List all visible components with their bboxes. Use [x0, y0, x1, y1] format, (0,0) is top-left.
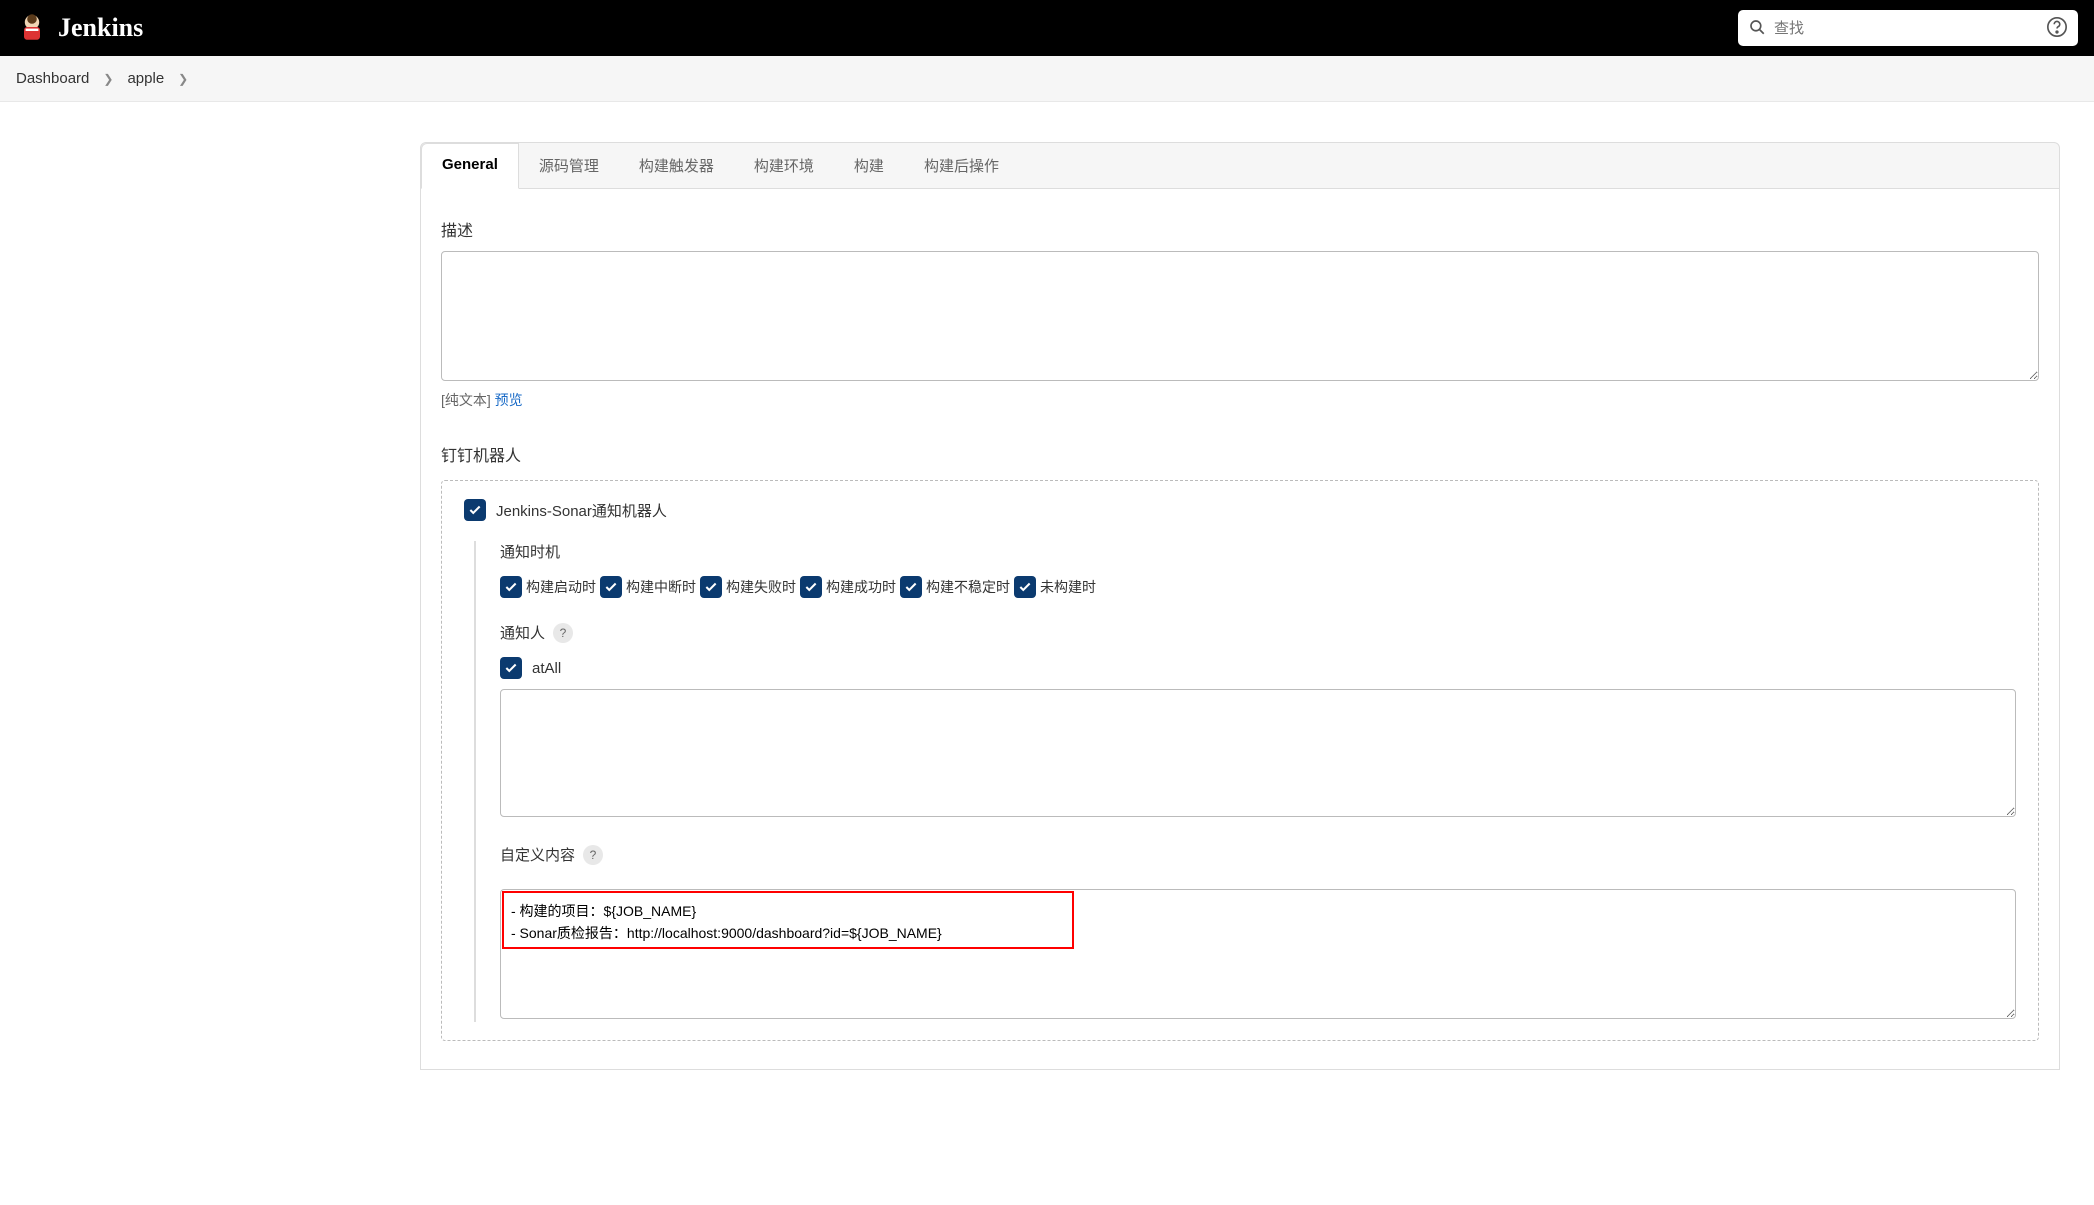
atall-label: atAll	[532, 660, 561, 677]
timing-checks: 构建启动时 构建中断时 构建失败时 构建成功时	[500, 576, 2016, 598]
atall-checkbox[interactable]	[500, 657, 522, 679]
robot-enable-checkbox[interactable]	[464, 499, 486, 521]
timing-checkbox-start[interactable]	[500, 576, 522, 598]
tab-build[interactable]: 构建	[834, 143, 904, 188]
tab-triggers[interactable]: 构建触发器	[619, 143, 734, 188]
timing-label-failure: 构建失败时	[726, 577, 796, 597]
breadcrumb: Dashboard ❯ apple ❯	[0, 56, 2094, 102]
tab-general[interactable]: General	[421, 143, 519, 189]
timing-checkbox-aborted[interactable]	[600, 576, 622, 598]
timing-label: 通知时机	[500, 541, 2016, 562]
robot-name-label: Jenkins-Sonar通知机器人	[496, 500, 667, 521]
atall-textarea[interactable]	[500, 689, 2016, 817]
notify-people-text: 通知人	[500, 622, 545, 643]
timing-label-unstable: 构建不稳定时	[926, 577, 1010, 597]
breadcrumb-item-dashboard[interactable]: Dashboard	[16, 70, 89, 87]
logo-title: Jenkins	[58, 13, 143, 43]
help-icon[interactable]: ?	[583, 845, 603, 865]
tabs-bar: General 源码管理 构建触发器 构建环境 构建 构建后操作	[420, 142, 2060, 189]
timing-option: 构建启动时	[500, 576, 596, 598]
search-icon	[1748, 18, 1766, 39]
atall-row: atAll	[500, 657, 2016, 679]
search-box[interactable]	[1738, 10, 2078, 46]
timing-option: 构建失败时	[700, 576, 796, 598]
robot-section-title: 钉钉机器人	[441, 442, 2039, 466]
breadcrumb-item-job[interactable]: apple	[127, 70, 164, 87]
description-label: 描述	[441, 217, 2039, 241]
robot-block: Jenkins-Sonar通知机器人 通知时机 构建启动时 构建中断时	[441, 480, 2039, 1041]
main-area: General 源码管理 构建触发器 构建环境 构建 构建后操作 描述 [纯文本…	[0, 102, 2094, 1070]
timing-label-start: 构建启动时	[526, 577, 596, 597]
content-container: General 源码管理 构建触发器 构建环境 构建 构建后操作 描述 [纯文本…	[420, 142, 2060, 1070]
timing-checkbox-failure[interactable]	[700, 576, 722, 598]
custom-content-textarea[interactable]	[500, 889, 2016, 1019]
description-format-row: [纯文本] 预览	[441, 390, 2039, 410]
search-input[interactable]	[1766, 20, 2046, 37]
tab-scm[interactable]: 源码管理	[519, 143, 619, 188]
format-plain-label: [纯文本]	[441, 392, 491, 408]
logo-area[interactable]: Jenkins	[16, 11, 143, 46]
chevron-right-icon: ❯	[172, 72, 194, 86]
tab-postbuild[interactable]: 构建后操作	[904, 143, 1019, 188]
format-preview-link[interactable]: 预览	[495, 392, 523, 408]
notify-people-label: 通知人 ?	[500, 622, 2016, 643]
help-icon[interactable]	[2046, 16, 2068, 41]
timing-option: 未构建时	[1014, 576, 1096, 598]
custom-content-label: 自定义内容 ?	[500, 844, 2016, 865]
timing-checkbox-unstable[interactable]	[900, 576, 922, 598]
timing-option: 构建不稳定时	[900, 576, 1010, 598]
timing-option: 构建中断时	[600, 576, 696, 598]
robot-inner-section: 通知时机 构建启动时 构建中断时 构建失败时	[474, 541, 2016, 1022]
custom-textarea-wrap	[500, 879, 2016, 1022]
help-icon[interactable]: ?	[553, 623, 573, 643]
description-textarea[interactable]	[441, 251, 2039, 381]
jenkins-logo-icon	[16, 11, 48, 46]
timing-checkbox-success[interactable]	[800, 576, 822, 598]
timing-checkbox-notbuilt[interactable]	[1014, 576, 1036, 598]
timing-label-notbuilt: 未构建时	[1040, 577, 1096, 597]
timing-option: 构建成功时	[800, 576, 896, 598]
chevron-right-icon: ❯	[97, 72, 119, 86]
form-area: 描述 [纯文本] 预览 钉钉机器人 Jenkins-Sonar通知机器人 通知时…	[420, 189, 2060, 1070]
tab-env[interactable]: 构建环境	[734, 143, 834, 188]
timing-label-success: 构建成功时	[826, 577, 896, 597]
timing-label-aborted: 构建中断时	[626, 577, 696, 597]
custom-content-text: 自定义内容	[500, 844, 575, 865]
header-right	[1738, 10, 2078, 46]
top-header: Jenkins	[0, 0, 2094, 56]
robot-enable-row: Jenkins-Sonar通知机器人	[464, 499, 2016, 521]
